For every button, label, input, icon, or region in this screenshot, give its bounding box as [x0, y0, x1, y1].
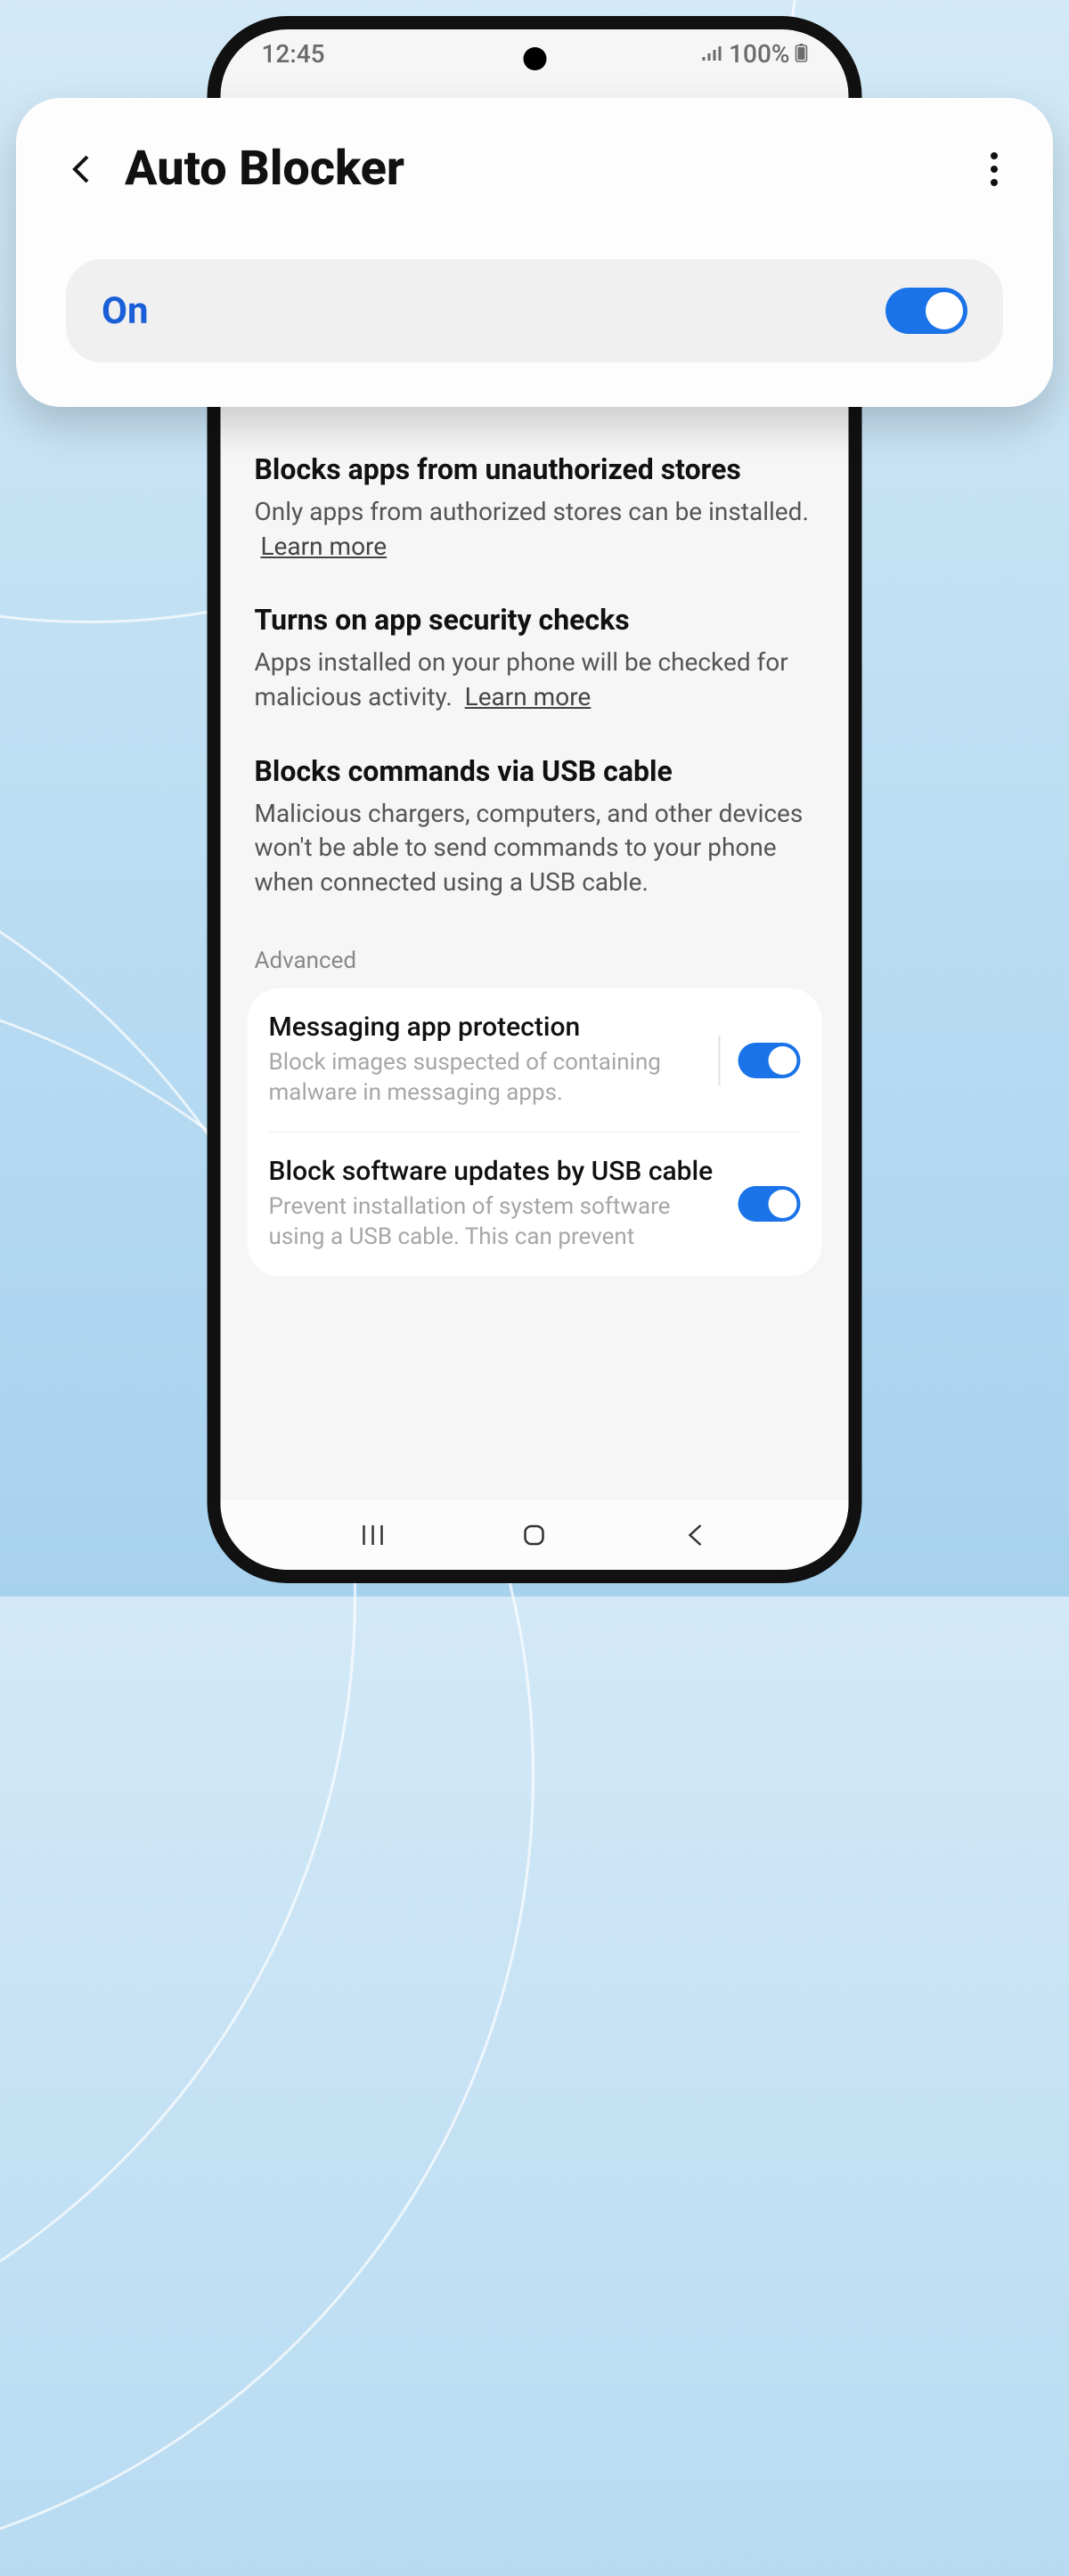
learn-more-link[interactable]: Learn more: [465, 682, 592, 711]
toggle-block-usb-updates[interactable]: [739, 1186, 801, 1222]
option-title: Block software updates by USB cable: [269, 1156, 721, 1187]
divider: [719, 1036, 721, 1085]
camera-hole: [523, 47, 546, 70]
advanced-label: Advanced: [248, 921, 822, 988]
section-body: Malicious chargers, computers, and other…: [255, 797, 815, 900]
section-unauthorized-stores: Blocks apps from unauthorized stores Onl…: [248, 435, 822, 585]
section-app-security: Turns on app security checks Apps instal…: [248, 585, 822, 735]
advanced-card: Messaging app protection Block images su…: [248, 988, 822, 1275]
option-messaging-protection[interactable]: Messaging app protection Block images su…: [248, 988, 822, 1132]
nav-bar: [221, 1499, 849, 1570]
option-subtitle: Prevent installation of system software …: [269, 1192, 721, 1253]
learn-more-link[interactable]: Learn more: [260, 532, 387, 561]
option-title: Messaging app protection: [269, 1012, 701, 1043]
recents-icon[interactable]: [359, 1522, 386, 1548]
section-body: Only apps from authorized stores can be …: [255, 495, 815, 564]
status-time: 12:45: [262, 39, 325, 69]
section-title: Turns on app security checks: [255, 603, 815, 637]
master-toggle[interactable]: [885, 288, 967, 334]
toggle-messaging-protection[interactable]: [739, 1043, 801, 1078]
master-toggle-label: On: [102, 289, 149, 333]
section-usb-commands: Blocks commands via USB cable Malicious …: [248, 736, 822, 922]
more-options-icon[interactable]: [991, 152, 1003, 186]
option-block-usb-updates[interactable]: Block software updates by USB cable Prev…: [248, 1133, 822, 1276]
home-icon[interactable]: [521, 1522, 548, 1548]
section-title: Blocks commands via USB cable: [255, 754, 815, 788]
section-title: Blocks apps from unauthorized stores: [255, 452, 815, 486]
page-title: Auto Blocker: [125, 141, 964, 197]
signal-icon: [700, 39, 723, 69]
option-subtitle: Block images suspected of containing mal…: [269, 1048, 701, 1109]
battery-icon: [796, 39, 808, 69]
section-body: Apps installed on your phone will be che…: [255, 646, 815, 714]
back-icon[interactable]: [683, 1522, 710, 1548]
back-arrow-icon[interactable]: [66, 153, 98, 185]
master-toggle-row[interactable]: On: [66, 259, 1003, 362]
battery-percent: 100%: [729, 39, 789, 69]
status-right: 100%: [700, 39, 807, 69]
header-card: Auto Blocker On: [16, 98, 1053, 407]
